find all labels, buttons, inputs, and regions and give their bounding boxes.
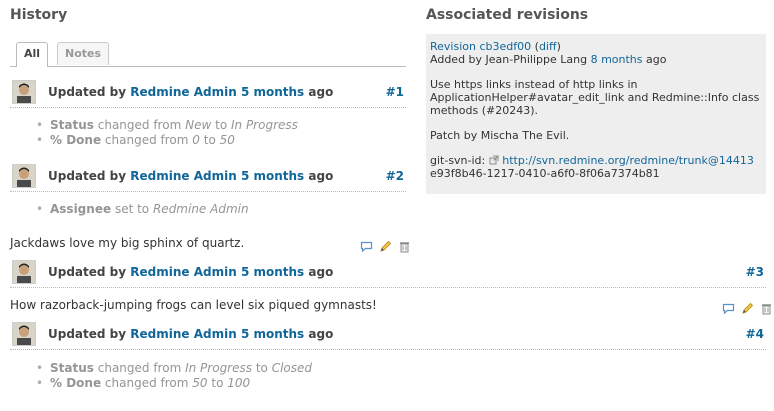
associated-revisions-title: Associated revisions: [426, 7, 589, 23]
quote-icon[interactable]: [360, 240, 373, 253]
journal-time-link[interactable]: 5 months: [241, 327, 304, 341]
journal-number-link[interactable]: #2: [386, 169, 404, 183]
revision-time-link[interactable]: 8 months: [591, 53, 643, 66]
detail-item: Assignee set to Redmine Admin: [34, 202, 249, 217]
avatar[interactable]: [12, 164, 36, 188]
revision-line: Revision cb3edf00 (diff): [430, 40, 561, 53]
journal-header: Updated by Redmine Admin 5 months ago #3: [10, 259, 766, 288]
delete-icon[interactable]: [398, 240, 411, 253]
revision-message: Use https links instead of http links in…: [430, 78, 760, 117]
journal-author-link[interactable]: Redmine Admin: [130, 169, 236, 183]
avatar-image: [13, 261, 35, 283]
revision-patch-note: Patch by Mischa The Evil.: [430, 129, 570, 142]
history-title: History: [10, 7, 68, 23]
tab-notes[interactable]: Notes: [57, 42, 110, 65]
avatar-image: [13, 323, 35, 345]
revision-svn-line: git-svn-id: http://svn.redmine.org/redmi…: [430, 154, 754, 167]
journal-number-link[interactable]: #4: [746, 327, 764, 341]
journal-time-link[interactable]: 5 months: [241, 265, 304, 279]
journal-details: Status changed from In Progress to Close…: [34, 361, 312, 391]
journal-header: Updated by Redmine Admin 5 months ago #1: [10, 79, 406, 108]
avatar[interactable]: [12, 260, 36, 284]
svn-url-link[interactable]: http://svn.redmine.org/redmine/trunk@144…: [502, 154, 754, 167]
revision-added-by: Added by Jean-Philippe Lang 8 months ago: [430, 53, 667, 66]
revision-svn-uuid: e93f8b46-1217-0410-a6f0-8f06a7374b81: [430, 167, 660, 180]
note-actions: [720, 302, 773, 316]
journal-note: Jackdaws love my big sphinx of quartz.: [10, 236, 245, 250]
journal-note: How razorback-jumping frogs can level si…: [10, 298, 377, 312]
avatar-image: [13, 81, 35, 103]
journal-details: Assignee set to Redmine Admin: [34, 202, 249, 217]
tab-all[interactable]: All: [16, 42, 49, 67]
diff-link[interactable]: diff: [539, 40, 557, 53]
edit-icon[interactable]: [379, 240, 392, 253]
delete-icon[interactable]: [760, 302, 773, 315]
journal-byline: Updated by Redmine Admin 5 months ago: [48, 265, 334, 279]
detail-item: Status changed from New to In Progress: [34, 118, 298, 133]
revision-link[interactable]: Revision cb3edf00: [430, 40, 531, 53]
edit-icon[interactable]: [741, 302, 754, 315]
journal-author-link[interactable]: Redmine Admin: [130, 327, 236, 341]
journal-byline: Updated by Redmine Admin 5 months ago: [48, 169, 334, 183]
journal-header: Updated by Redmine Admin 5 months ago #4: [10, 321, 766, 350]
journal-time-link[interactable]: 5 months: [241, 85, 304, 99]
journal-author-link[interactable]: Redmine Admin: [130, 265, 236, 279]
journal-time-link[interactable]: 5 months: [241, 169, 304, 183]
detail-item: % Done changed from 50 to 100: [34, 376, 312, 391]
avatar-image: [13, 165, 35, 187]
detail-item: % Done changed from 0 to 50: [34, 133, 298, 148]
journal-number-link[interactable]: #3: [746, 265, 764, 279]
journal-header: Updated by Redmine Admin 5 months ago #2: [10, 163, 406, 192]
journal-number-link[interactable]: #1: [386, 85, 404, 99]
revision-box: Revision cb3edf00 (diff) Added by Jean-P…: [426, 34, 766, 194]
history-tabs: All Notes: [10, 42, 406, 67]
detail-item: Status changed from In Progress to Close…: [34, 361, 312, 376]
journal-author-link[interactable]: Redmine Admin: [130, 85, 236, 99]
journal-byline: Updated by Redmine Admin 5 months ago: [48, 327, 334, 341]
journal-details: Status changed from New to In Progress %…: [34, 118, 298, 148]
note-actions: [358, 240, 411, 254]
avatar[interactable]: [12, 80, 36, 104]
quote-icon[interactable]: [722, 302, 735, 315]
avatar[interactable]: [12, 322, 36, 346]
external-link-icon: [489, 155, 499, 165]
journal-byline: Updated by Redmine Admin 5 months ago: [48, 85, 334, 99]
